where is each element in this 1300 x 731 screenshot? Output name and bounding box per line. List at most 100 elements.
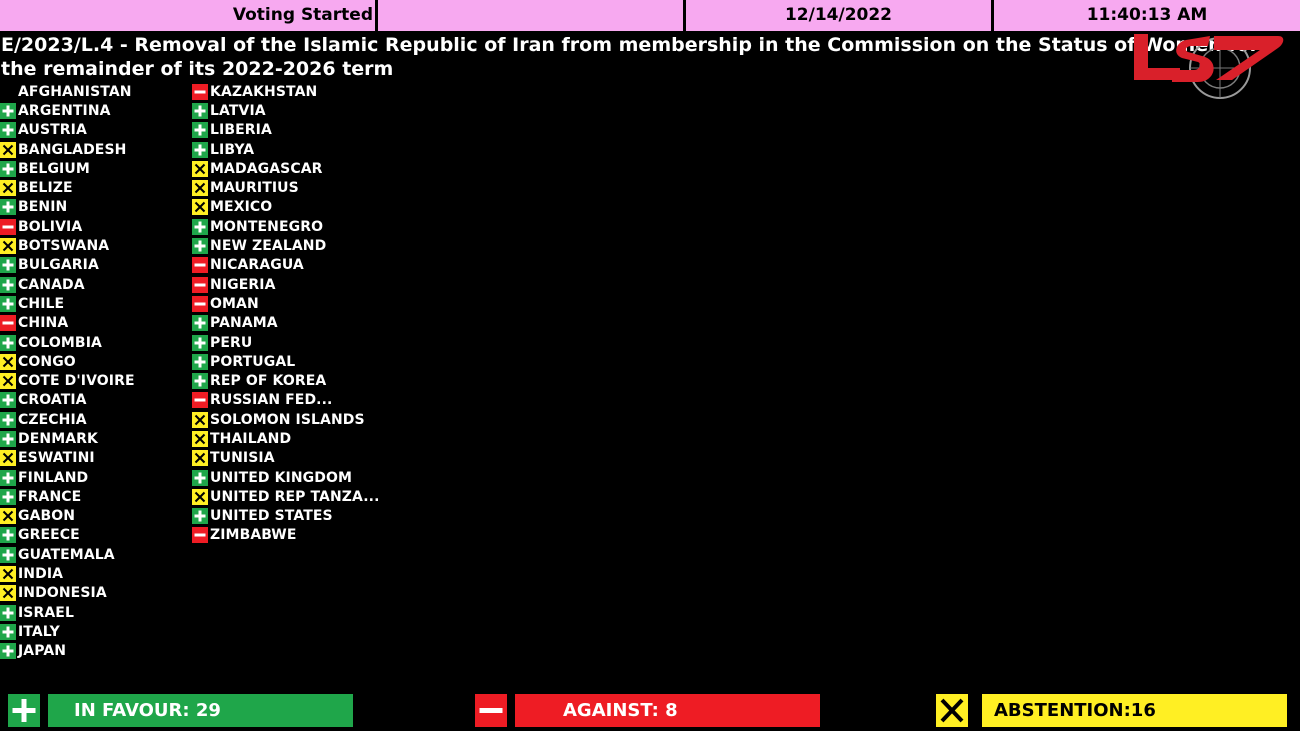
- country-vote-row: THAILAND: [192, 429, 380, 448]
- vote-yes-plus-icon: [192, 469, 208, 486]
- country-vote-row: CANADA: [0, 275, 135, 294]
- country-vote-row: FRANCE: [0, 487, 135, 506]
- country-name: MONTENEGRO: [210, 218, 324, 235]
- vote-abstain-x-icon: [0, 508, 16, 525]
- country-vote-row: PORTUGAL: [192, 352, 380, 371]
- country-name: THAILAND: [210, 430, 292, 447]
- country-name: BELIZE: [18, 180, 73, 197]
- vote-yes-plus-icon: [0, 257, 16, 274]
- country-name: PORTUGAL: [210, 353, 296, 370]
- country-name: INDONESIA: [18, 585, 107, 602]
- country-name: UNITED KINGDOM: [210, 469, 353, 486]
- country-name: DENMARK: [18, 430, 98, 447]
- vote-abstain-x-icon: [192, 199, 208, 216]
- channel-logo-icon: [1134, 34, 1284, 99]
- vote-yes-plus-icon: [0, 199, 16, 216]
- country-name: ZIMBABWE: [210, 527, 297, 544]
- vote-abstain-x-icon: [0, 180, 16, 197]
- country-vote-row: NEW ZEALAND: [192, 236, 380, 255]
- country-name: GABON: [18, 508, 76, 525]
- country-vote-row: ISRAEL: [0, 603, 135, 622]
- vote-abstain-x-icon: [192, 430, 208, 447]
- country-vote-row: MONTENEGRO: [192, 217, 380, 236]
- country-vote-row: LATVIA: [192, 101, 380, 120]
- country-name: JAPAN: [18, 643, 67, 660]
- country-name: ARGENTINA: [18, 102, 111, 119]
- vote-yes-plus-icon: [192, 141, 208, 158]
- vote-yes-plus-icon: [0, 392, 16, 409]
- country-name: CZECHIA: [18, 411, 87, 428]
- vote-yes-plus-icon: [0, 469, 16, 486]
- vote-yes-plus-icon: [0, 643, 16, 660]
- country-vote-row: CROATIA: [0, 391, 135, 410]
- country-name: ESWATINI: [18, 450, 95, 467]
- vote-no-minus-icon: [192, 257, 208, 274]
- country-vote-row: ESWATINI: [0, 449, 135, 468]
- country-vote-row: UNITED REP TANZA...: [192, 487, 380, 506]
- country-vote-row: GUATEMALA: [0, 545, 135, 564]
- country-vote-row: SOLOMON ISLANDS: [192, 410, 380, 429]
- country-name: BOTSWANA: [18, 238, 110, 255]
- vote-no-minus-icon: [0, 218, 16, 235]
- country-name: ITALY: [18, 623, 60, 640]
- country-vote-row: PANAMA: [192, 314, 380, 333]
- country-vote-row: CONGO: [0, 352, 135, 371]
- vote-yes-plus-icon: [0, 334, 16, 351]
- country-vote-row: MEXICO: [192, 198, 380, 217]
- country-name: CROATIA: [18, 392, 87, 409]
- vote-abstain-x-icon: [0, 585, 16, 602]
- country-vote-row: FINLAND: [0, 468, 135, 487]
- country-vote-row: ITALY: [0, 622, 135, 641]
- country-name: FRANCE: [18, 488, 82, 505]
- country-vote-row: UNITED KINGDOM: [192, 468, 380, 487]
- country-vote-row: DENMARK: [0, 429, 135, 448]
- country-name: MAURITIUS: [210, 180, 299, 197]
- country-vote-row: MADAGASCAR: [192, 159, 380, 178]
- country-name: NIGERIA: [210, 276, 276, 293]
- country-vote-row: BANGLADESH: [0, 140, 135, 159]
- country-name: GREECE: [18, 527, 80, 544]
- vote-yes-plus-icon: [0, 604, 16, 621]
- vote-yes-plus-icon: [192, 353, 208, 370]
- vote-yes-plus-icon: [192, 122, 208, 139]
- country-name: LATVIA: [210, 102, 266, 119]
- country-vote-row: BELGIUM: [0, 159, 135, 178]
- country-name: OMAN: [210, 295, 259, 312]
- country-name: LIBYA: [210, 141, 255, 158]
- vote-no-minus-icon: [192, 295, 208, 312]
- vote-yes-plus-icon: [0, 488, 16, 505]
- country-name: UNITED REP TANZA...: [210, 488, 380, 505]
- vote-yes-plus-icon: [192, 238, 208, 255]
- country-vote-row: MAURITIUS: [192, 178, 380, 197]
- vote-no-minus-icon: [192, 276, 208, 293]
- country-name: PERU: [210, 334, 253, 351]
- country-vote-row: ARGENTINA: [0, 101, 135, 120]
- country-vote-row: REP OF KOREA: [192, 371, 380, 390]
- vote-abstain-x-icon: [0, 141, 16, 158]
- country-vote-row: BELIZE: [0, 178, 135, 197]
- vote-abstain-x-icon: [192, 450, 208, 467]
- country-vote-row: JAPAN: [0, 642, 135, 661]
- in-favour-plus-icon: [8, 694, 40, 727]
- country-name: CANADA: [18, 276, 85, 293]
- country-vote-row: INDONESIA: [0, 584, 135, 603]
- country-name: AUSTRIA: [18, 122, 87, 139]
- country-vote-row: TUNISIA: [192, 449, 380, 468]
- country-vote-row: COTE D'IVOIRE: [0, 371, 135, 390]
- country-name: BANGLADESH: [18, 141, 127, 158]
- country-name: TUNISIA: [210, 450, 275, 467]
- header-blank-cell: [378, 0, 683, 31]
- country-vote-row: GREECE: [0, 526, 135, 545]
- country-vote-row: LIBYA: [192, 140, 380, 159]
- vote-abstain-x-icon: [192, 488, 208, 505]
- country-vote-row: CHINA: [0, 314, 135, 333]
- country-name: SOLOMON ISLANDS: [210, 411, 365, 428]
- country-name: REP OF KOREA: [210, 373, 327, 390]
- country-name: UNITED STATES: [210, 508, 333, 525]
- country-vote-row: KAZAKHSTAN: [192, 82, 380, 101]
- vote-yes-plus-icon: [0, 122, 16, 139]
- country-name: BOLIVIA: [18, 218, 83, 235]
- country-name: GUATEMALA: [18, 546, 115, 563]
- vote-yes-plus-icon: [0, 527, 16, 544]
- vote-abstain-x-icon: [0, 566, 16, 583]
